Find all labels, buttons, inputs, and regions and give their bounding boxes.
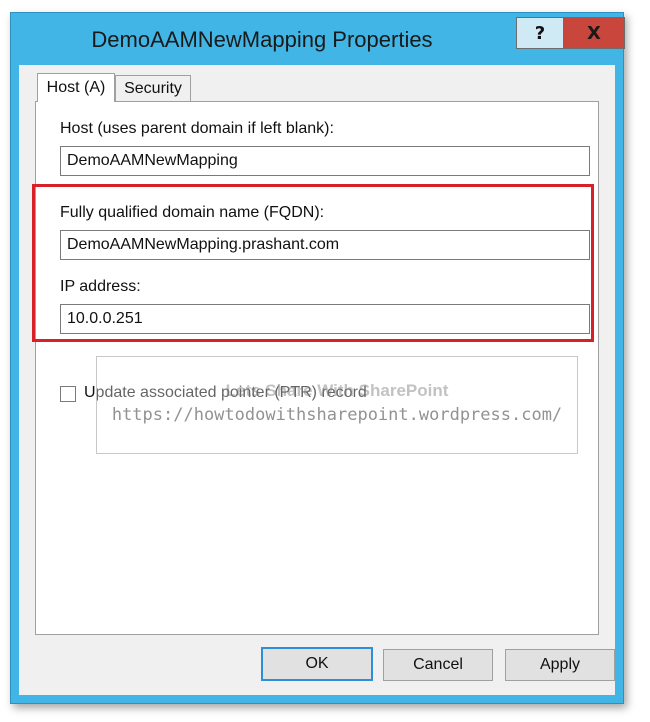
- window-title: DemoAAMNewMapping Properties: [91, 27, 433, 52]
- ip-address-label: IP address:: [60, 278, 141, 295]
- apply-button[interactable]: Apply: [505, 649, 615, 681]
- fqdn-label: Fully qualified domain name (FQDN):: [60, 204, 325, 221]
- tab-security[interactable]: Security: [115, 75, 191, 102]
- host-field[interactable]: [60, 146, 590, 176]
- watermark-url: https://howtodowithsharepoint.wordpress.…: [111, 405, 563, 425]
- cancel-button[interactable]: Cancel: [383, 649, 493, 681]
- ip-address-field[interactable]: [60, 304, 590, 334]
- watermark: Lets Share With SharePoint https://howto…: [96, 356, 578, 454]
- ptr-checkbox-label: Update associated pointer (PTR) record: [84, 384, 367, 401]
- ok-button[interactable]: OK: [261, 647, 373, 681]
- title-bar[interactable]: DemoAAMNewMapping Properties ? X: [11, 13, 625, 65]
- help-button[interactable]: ?: [516, 17, 564, 49]
- tab-host-a[interactable]: Host (A): [37, 73, 115, 102]
- properties-window: DemoAAMNewMapping Properties ? X Host (A…: [10, 12, 625, 704]
- tab-panel: Host (uses parent domain if left blank):…: [35, 101, 599, 635]
- dialog-body: Host (A) Security Host (uses parent doma…: [19, 65, 615, 695]
- host-label: Host (uses parent domain if left blank):: [60, 120, 334, 137]
- close-button[interactable]: X: [563, 17, 625, 49]
- ptr-checkbox[interactable]: [60, 386, 76, 402]
- fqdn-field[interactable]: [60, 230, 590, 260]
